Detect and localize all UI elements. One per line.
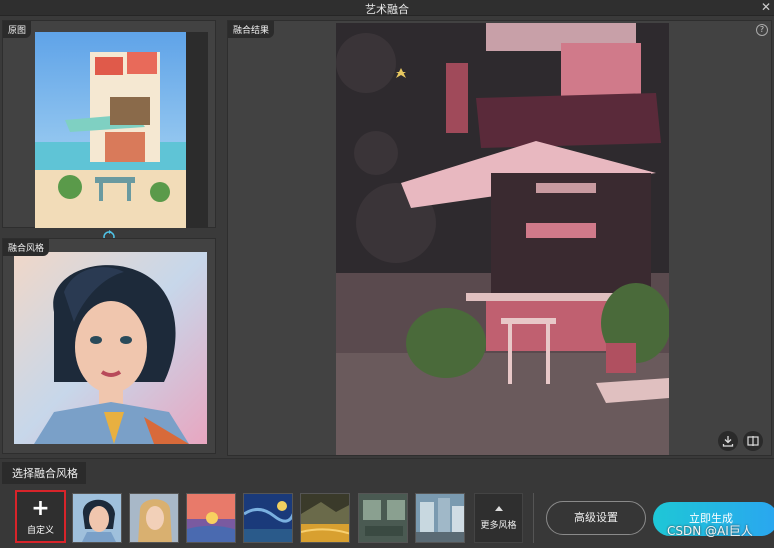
- caret-up-icon: [494, 506, 503, 511]
- result-label: 融合结果: [228, 21, 275, 38]
- style-thumb-sunset[interactable]: [186, 493, 236, 543]
- download-icon: [722, 436, 734, 447]
- compare-button[interactable]: [743, 431, 763, 451]
- style-label: 融合风格: [3, 239, 50, 256]
- custom-style-button[interactable]: + 自定义: [15, 490, 66, 543]
- compare-icon: [747, 436, 759, 446]
- divider: [533, 493, 534, 543]
- more-styles-button[interactable]: 更多风格: [474, 493, 523, 543]
- title-bar: 艺术融合 ✕: [0, 0, 774, 16]
- plus-icon: +: [31, 496, 50, 521]
- style-thumb-portrait-curly[interactable]: [72, 493, 122, 543]
- close-icon[interactable]: ✕: [761, 0, 771, 15]
- custom-label: 自定义: [26, 526, 54, 536]
- window-title: 艺术融合: [365, 3, 409, 16]
- more-styles-label: 更多风格: [480, 521, 517, 531]
- style-image: [14, 252, 207, 444]
- watermark: CSDN @AI巨人: [667, 524, 753, 538]
- result-panel: 融合结果 ?: [227, 20, 772, 456]
- advanced-settings-button[interactable]: 高级设置: [546, 501, 646, 535]
- style-thumb-interior[interactable]: [358, 493, 408, 543]
- select-style-label: 选择融合风格: [2, 462, 86, 484]
- result-image: [336, 23, 669, 455]
- style-thumb-city-street[interactable]: [415, 493, 465, 543]
- original-label: 原图: [3, 21, 32, 38]
- help-icon[interactable]: ?: [756, 24, 768, 36]
- style-panel: 融合风格: [2, 238, 216, 454]
- style-thumb-golden-river[interactable]: [300, 493, 350, 543]
- original-panel: 原图: [2, 20, 216, 228]
- image-frame-edge: [186, 32, 208, 228]
- original-image: [35, 32, 187, 228]
- style-thumb-portrait-blonde[interactable]: [129, 493, 179, 543]
- style-thumb-starry-night[interactable]: [243, 493, 293, 543]
- download-button[interactable]: [718, 431, 738, 451]
